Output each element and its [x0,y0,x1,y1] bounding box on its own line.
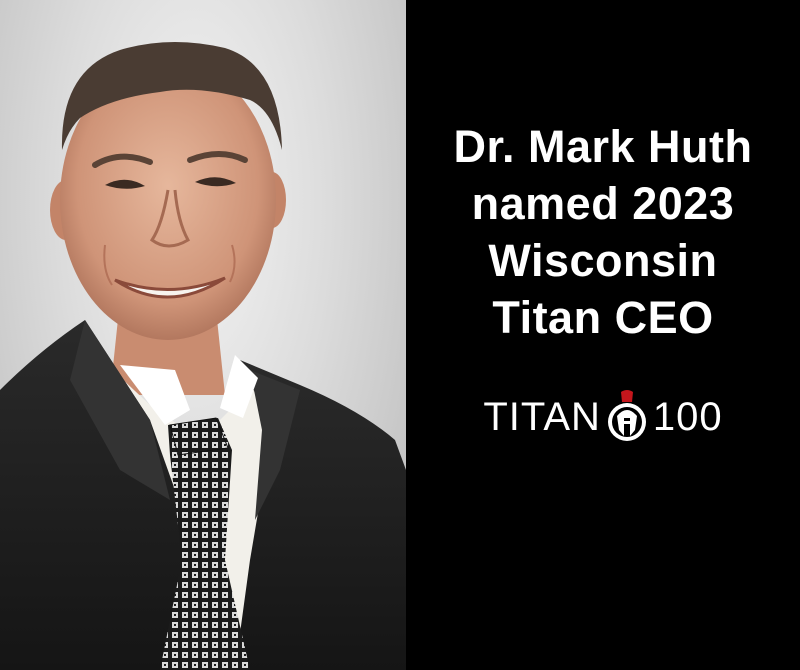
logo-text-100: 100 [652,394,723,439]
portrait-photo [0,0,406,670]
headline-panel: Dr. Mark Huth named 2023 Wisconsin Titan… [406,0,800,670]
headline-line-4: Titan CEO [492,292,714,343]
logo-text-titan: TITAN [483,394,601,439]
announcement-graphic: Dr. Mark Huth named 2023 Wisconsin Titan… [0,0,800,670]
headline-line-2: named 2023 [471,178,735,229]
portrait-illustration [0,41,406,670]
headline-line-1: Dr. Mark Huth [453,121,753,172]
helmet-icon [605,390,649,444]
headline: Dr. Mark Huth named 2023 Wisconsin Titan… [453,118,752,346]
headline-line-3: Wisconsin [488,235,718,286]
titan-100-logo: TITAN 100 [483,390,722,444]
